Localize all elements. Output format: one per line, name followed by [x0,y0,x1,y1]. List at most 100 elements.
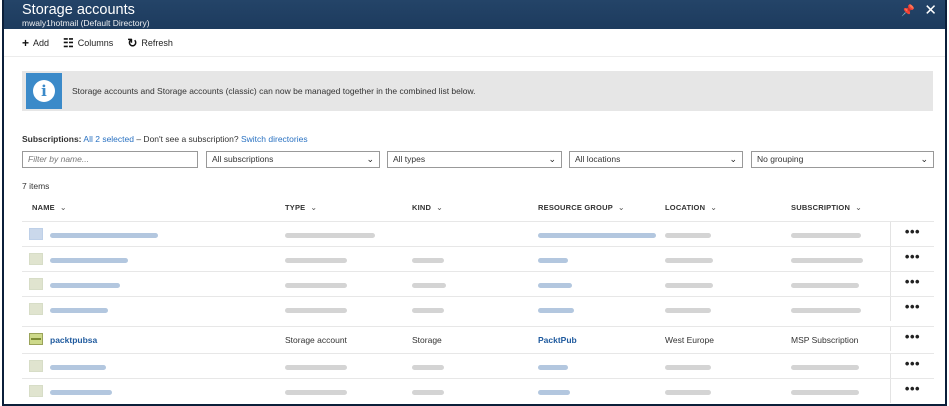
locations-dropdown[interactable]: All locations ⌄ [569,151,743,168]
blade-subtitle: mwaly1hotmail (Default Directory) [22,18,150,28]
table-row[interactable]: ••• [22,246,934,271]
redacted-type [285,390,347,395]
table-row[interactable]: ••• [22,271,934,296]
refresh-button[interactable]: ↻ Refresh [127,36,173,50]
storage-account-icon [29,333,43,345]
storage-account-kind: Storage [412,335,442,345]
chevron-down-icon: ⌄ [436,203,444,212]
redacted-location [665,308,711,313]
redacted-location [665,233,711,238]
column-header-location[interactable]: LOCATION ⌄ [665,203,717,212]
info-banner: i Storage accounts and Storage accounts … [22,71,933,111]
redacted-type [285,233,375,238]
storage-account-icon [29,360,43,372]
close-icon[interactable]: ✕ [924,1,937,19]
chevron-down-icon: ⌄ [710,203,718,212]
more-actions-button[interactable]: ••• [890,297,934,321]
more-actions-button[interactable]: ••• [890,272,934,296]
storage-account-subscription: MSP Subscription [791,335,859,345]
add-label: Add [33,37,50,48]
storage-accounts-blade: Storage accounts mwaly1hotmail (Default … [2,0,947,406]
chevron-down-icon: ⌄ [59,203,67,212]
redacted-resource-group [538,390,570,395]
redacted-subscription [791,233,861,238]
grouping-dropdown-value: No grouping [757,154,804,164]
table-row[interactable]: packtpubsa Storage account Storage Packt… [22,326,934,351]
more-actions-button[interactable]: ••• [890,379,934,403]
storage-account-icon [29,385,43,397]
types-dropdown[interactable]: All types ⌄ [387,151,562,168]
redacted-resource-group [538,308,574,313]
redacted-name [50,258,128,263]
switch-directories-link[interactable]: Switch directories [241,134,308,144]
grouping-dropdown[interactable]: No grouping ⌄ [751,151,934,168]
table-row[interactable]: ••• [22,296,934,321]
more-actions-button[interactable]: ••• [890,354,934,378]
locations-dropdown-value: All locations [575,154,621,164]
add-button[interactable]: + Add [22,36,49,50]
chevron-down-icon: ⌄ [617,203,625,212]
subscriptions-dropdown[interactable]: All subscriptions ⌄ [206,151,380,168]
column-header-kind[interactable]: KIND ⌄ [412,203,443,212]
redacted-resource-group [538,258,568,263]
redacted-kind [412,258,444,263]
table-row[interactable]: ••• [22,221,934,246]
table-row[interactable]: ••• [22,378,934,403]
info-banner-message: Storage accounts and Storage accounts (c… [72,86,476,96]
subscriptions-selected-link[interactable]: All 2 selected [83,134,134,144]
more-actions-button[interactable]: ••• [890,222,934,246]
redacted-name [50,308,108,313]
storage-account-icon [29,303,43,315]
storage-account-icon [29,253,43,265]
redacted-name [50,390,112,395]
filter-bar: Filter by name... All subscriptions ⌄ Al… [22,151,934,168]
more-actions-button[interactable]: ••• [890,327,934,351]
chevron-down-icon: ⌄ [548,154,556,164]
columns-button[interactable]: ☷ Columns [63,36,113,50]
blade-header: Storage accounts mwaly1hotmail (Default … [4,0,945,29]
table-header: NAME ⌄ TYPE ⌄ KIND ⌄ RESOURCE GROUP ⌄ LOCATI… [22,200,934,220]
storage-account-name-link[interactable]: packtpubsa [50,335,97,345]
redacted-subscription [791,308,861,313]
info-icon: i [26,73,62,109]
more-actions-button[interactable]: ••• [890,247,934,271]
column-header-resource-group[interactable]: RESOURCE GROUP ⌄ [538,203,625,212]
blade-title: Storage accounts [22,2,135,18]
redacted-subscription [791,365,859,370]
chevron-down-icon: ⌄ [366,154,374,164]
subscriptions-bar: Subscriptions: All 2 selected – Don't se… [22,134,308,144]
types-dropdown-value: All types [393,154,426,164]
item-count: 7 items [22,181,50,191]
redacted-type [285,308,347,313]
redacted-location [665,390,711,395]
column-header-name[interactable]: NAME ⌄ [32,203,67,212]
storage-account-icon [29,278,43,290]
column-header-subscription[interactable]: SUBSCRIPTION ⌄ [791,203,862,212]
subscriptions-dropdown-value: All subscriptions [212,154,274,164]
chevron-down-icon: ⌄ [855,203,862,212]
redacted-subscription [791,258,863,263]
table-row[interactable]: ••• [22,353,934,378]
redacted-resource-group [538,233,656,238]
redacted-name [50,283,120,288]
command-bar: + Add ☷ Columns ↻ Refresh [4,29,945,57]
redacted-location [665,365,711,370]
redacted-type [285,365,347,370]
redacted-type [285,258,347,263]
redacted-location [665,258,713,263]
subscriptions-prompt: – Don't see a subscription? [133,134,241,144]
resource-group-link[interactable]: PacktPub [538,335,577,345]
pin-icon[interactable]: 📌 [901,4,915,17]
storage-account-location: West Europe [665,335,714,345]
filter-by-name-input[interactable]: Filter by name... [22,151,198,168]
refresh-icon: ↻ [127,35,138,50]
redacted-location [665,283,713,288]
columns-icon: ☷ [63,35,74,50]
storage-account-icon [29,228,43,240]
subscriptions-label: Subscriptions: [22,134,82,144]
columns-label: Columns [77,37,114,48]
redacted-resource-group [538,365,568,370]
column-header-type[interactable]: TYPE ⌄ [285,203,317,212]
redacted-type [285,283,347,288]
redacted-name [50,233,158,238]
